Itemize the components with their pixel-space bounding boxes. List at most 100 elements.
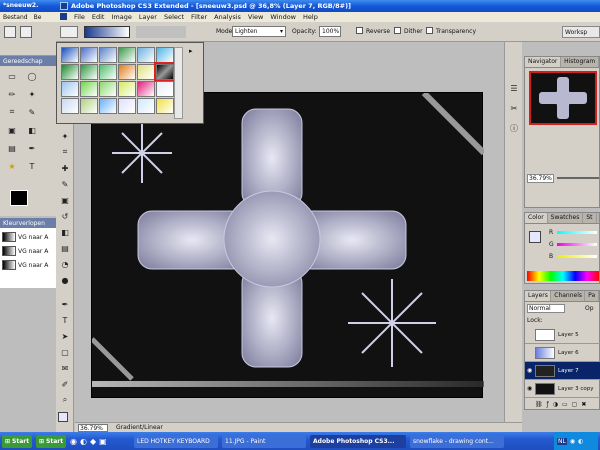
gradient-swatch[interactable] <box>137 98 155 114</box>
text-icon[interactable]: T <box>26 160 38 172</box>
tab-channels[interactable]: Channels <box>551 291 586 301</box>
blue-slider[interactable] <box>557 255 597 258</box>
menu-file[interactable]: File <box>74 13 85 21</box>
pen-icon[interactable]: ✒ <box>26 142 38 154</box>
tools-panel-icon[interactable]: ✂ <box>508 102 520 114</box>
gradient-preview-bar[interactable] <box>84 26 130 38</box>
picker-scrollbar[interactable] <box>174 47 183 119</box>
trash-icon[interactable]: ✖ <box>581 401 586 408</box>
gradient-swatch[interactable] <box>99 81 117 97</box>
gradient-swatch[interactable] <box>80 98 98 114</box>
menu-analysis[interactable]: Analysis <box>214 13 241 21</box>
start-button-2[interactable]: ⊞ Start <box>36 434 66 448</box>
document-canvas[interactable] <box>90 90 487 398</box>
gradient-swatch[interactable] <box>156 81 174 97</box>
visibility-eye-icon[interactable]: ◉ <box>527 385 535 392</box>
gradient-swatch[interactable] <box>118 64 136 80</box>
start-button[interactable]: ⊞ Start <box>2 434 32 448</box>
menu-image[interactable]: Image <box>111 13 131 21</box>
menu-select[interactable]: Select <box>164 13 184 21</box>
path-select-icon[interactable]: ➤ <box>59 330 71 342</box>
shape-tool-icon[interactable]: ▢ <box>59 346 71 358</box>
gradient-list-item[interactable]: VG naar A <box>2 260 48 270</box>
gradient-swatch[interactable] <box>80 81 98 97</box>
menu-layer[interactable]: Layer <box>139 13 157 21</box>
wand-icon[interactable]: ✦ <box>26 88 38 100</box>
gradient-swatch[interactable] <box>118 98 136 114</box>
gradient-swatch[interactable] <box>61 64 79 80</box>
gradient-swatch[interactable] <box>99 64 117 80</box>
zoom-field[interactable]: 36.79% <box>78 423 108 432</box>
marquee-icon[interactable]: ▭ <box>6 70 18 82</box>
eraser-icon[interactable]: ◧ <box>26 124 38 136</box>
opacity-input[interactable]: 100% <box>319 26 341 37</box>
type-tool-icon[interactable]: T <box>59 314 71 326</box>
blend-mode-select[interactable]: Normal <box>527 304 565 313</box>
eyedropper-icon[interactable]: ✐ <box>59 378 71 390</box>
gradient-swatch[interactable] <box>80 64 98 80</box>
green-slider[interactable] <box>557 243 597 246</box>
brush-tool-icon[interactable]: ✎ <box>59 178 71 190</box>
menu-help[interactable]: Help <box>303 13 318 21</box>
transparency-checkbox[interactable] <box>426 27 433 34</box>
crop-tool-icon[interactable]: ⌗ <box>59 146 71 158</box>
color-spectrum-bar[interactable] <box>527 271 599 281</box>
layer-row[interactable]: Layer 5 <box>525 326 600 344</box>
gradient-swatch[interactable] <box>137 47 155 63</box>
tab-layers[interactable]: Layers <box>525 291 552 301</box>
gradient-list-item[interactable]: VG naar A <box>2 246 48 256</box>
stamp-icon[interactable]: ▣ <box>6 124 18 136</box>
gradient-swatch[interactable] <box>99 98 117 114</box>
color-fg-swatch[interactable] <box>529 231 541 243</box>
dodge-tool-icon[interactable]: ● <box>59 274 71 286</box>
tray-icon[interactable]: ◐ <box>578 438 583 445</box>
tab-color[interactable]: Color <box>525 213 548 223</box>
left-menu-file[interactable]: Bestand <box>3 14 28 21</box>
dither-checkbox[interactable] <box>394 27 401 34</box>
navigator-zoom-field[interactable]: 36.79% <box>527 173 554 183</box>
zoom-tool-icon[interactable]: ⌕ <box>59 394 71 406</box>
gradient-swatch[interactable] <box>80 47 98 63</box>
pen-tool-icon[interactable]: ✒ <box>59 298 71 310</box>
gradient-swatch[interactable] <box>99 47 117 63</box>
brush-icon[interactable]: ✎ <box>26 106 38 118</box>
navigator-thumbnail[interactable] <box>529 71 597 125</box>
gradient-icon[interactable]: ▤ <box>6 142 18 154</box>
tray-icon[interactable]: ◉ <box>570 438 575 445</box>
gradient-swatch[interactable] <box>154 62 176 82</box>
quicklaunch-icon[interactable]: ◐ <box>80 437 87 446</box>
menu-filter[interactable]: Filter <box>191 13 207 21</box>
gradient-swatch[interactable] <box>156 47 174 63</box>
eraser-tool-icon[interactable]: ◧ <box>59 226 71 238</box>
gradient-swatch[interactable] <box>61 47 79 63</box>
tab-paths[interactable]: Pa <box>585 291 599 301</box>
layer-row-selected[interactable]: ◉ Layer 7 <box>525 362 600 380</box>
taskbar-item[interactable]: snowflake - drawing cont... <box>410 434 504 448</box>
tab-styles[interactable]: St <box>583 213 597 223</box>
left-tool-icon[interactable] <box>4 26 16 38</box>
taskbar-item-active[interactable]: Adobe Photoshop CS3... <box>310 434 406 448</box>
gradient-swatch[interactable] <box>61 81 79 97</box>
gradient-swatch[interactable] <box>137 64 155 80</box>
reverse-checkbox[interactable] <box>356 27 363 34</box>
lasso-icon[interactable]: ✏ <box>6 88 18 100</box>
blur-tool-icon[interactable]: ◔ <box>59 258 71 270</box>
menu-view[interactable]: View <box>248 13 263 21</box>
layer-row[interactable]: ◉ Layer 3 copy <box>525 380 600 398</box>
picker-menu-arrow-icon[interactable]: ▸ <box>189 47 193 55</box>
fx-icon[interactable]: ƒ <box>547 401 549 408</box>
info-panel-icon[interactable]: ⓘ <box>508 122 520 134</box>
notes-tool-icon[interactable]: ✉ <box>59 362 71 374</box>
ps-foreground-swatch[interactable] <box>58 412 68 422</box>
tab-swatches[interactable]: Swatches <box>548 213 584 223</box>
history-brush-icon[interactable]: ↺ <box>59 210 71 222</box>
new-layer-icon[interactable]: ▢ <box>572 401 578 408</box>
gradient-swatch[interactable] <box>137 81 155 97</box>
ellipse-icon[interactable]: ◯ <box>26 70 38 82</box>
gradient-list-item[interactable]: VG naar A <box>2 232 48 242</box>
gradient-swatch[interactable] <box>118 81 136 97</box>
quicklaunch-icon[interactable]: ▣ <box>99 437 107 446</box>
taskbar-item[interactable]: 11.JPG - Paint <box>222 434 306 448</box>
left-tool-icon[interactable] <box>20 26 32 38</box>
mode-select[interactable]: Lighten ▾ <box>232 26 286 37</box>
